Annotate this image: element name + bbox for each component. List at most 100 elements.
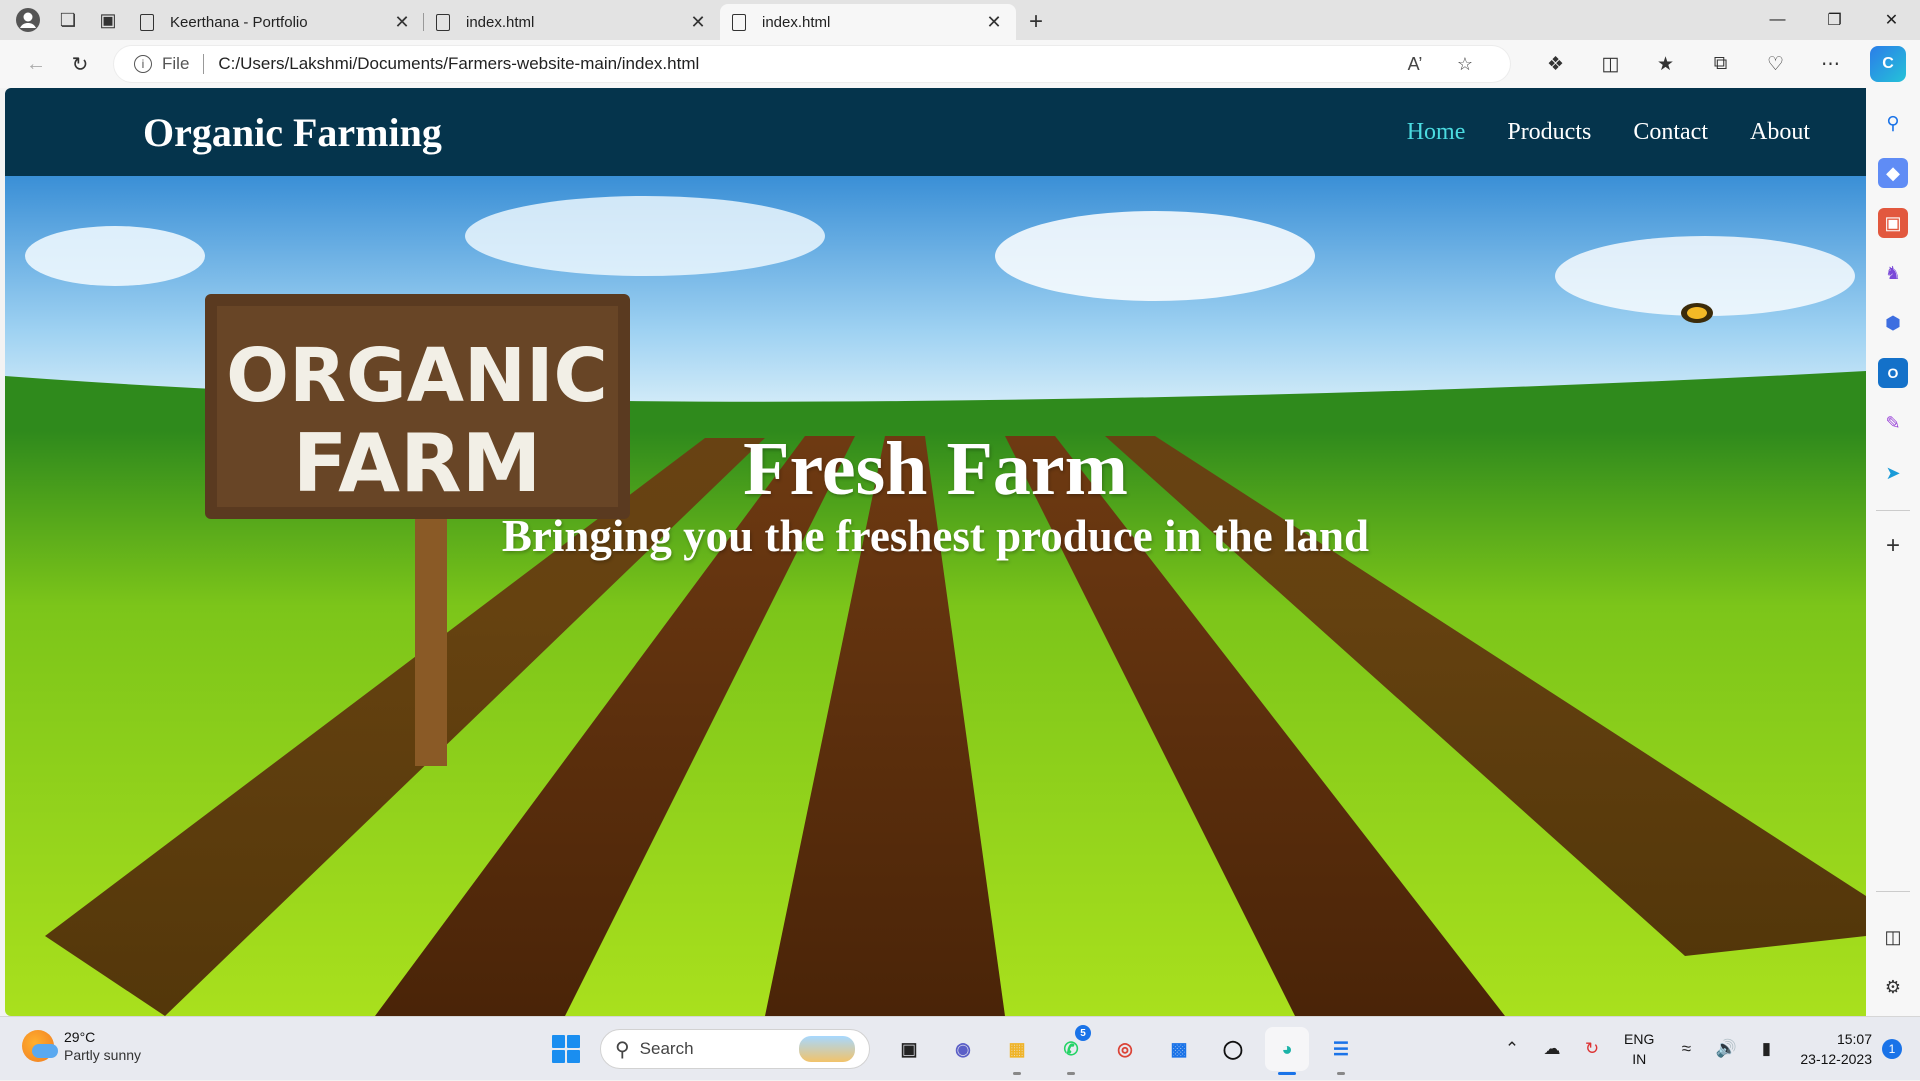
settings-gear-icon[interactable]: ⚙: [1878, 972, 1908, 1002]
address-bar-row: ← ↻ i File C:/Users/Lakshmi/Documents/Fa…: [0, 40, 1920, 88]
clock-date: 23-12-2023: [1800, 1051, 1872, 1067]
chevron-up-icon[interactable]: ⌃: [1492, 1039, 1532, 1059]
tab-index-active[interactable]: index.html ✕: [720, 4, 1016, 40]
extensions-icon[interactable]: ❖: [1528, 46, 1583, 82]
minimize-icon[interactable]: —: [1749, 0, 1806, 40]
tab-portfolio[interactable]: Keerthana - Portfolio ✕: [128, 4, 424, 40]
profile-icon[interactable]: [8, 0, 48, 40]
close-tab-icon[interactable]: ✕: [984, 12, 1004, 33]
task-view-icon[interactable]: ▣: [887, 1027, 931, 1071]
notification-badge[interactable]: 1: [1882, 1039, 1902, 1059]
browser-tab-bar: ❏ ▣ Keerthana - Portfolio ✕ index.html ✕…: [0, 0, 1920, 40]
main-nav: Home Products Contact About: [1407, 119, 1810, 146]
hero-farm-image: ORGANIC FARM: [5, 176, 1866, 1016]
page-icon: [436, 13, 450, 31]
hide-sidebar-icon[interactable]: ◫: [1878, 922, 1908, 952]
edge-sidebar: ⚲ ◆ ▣ ♞ ⬢ O ✎ ➤ + ◫ ⚙: [1866, 88, 1920, 1016]
send-icon[interactable]: ➤: [1878, 458, 1908, 488]
sidebar-divider: [1876, 510, 1910, 511]
close-tab-icon[interactable]: ✕: [688, 12, 708, 33]
outlook-icon[interactable]: O: [1878, 358, 1908, 388]
nav-about[interactable]: About: [1750, 119, 1810, 146]
search-placeholder: Search: [639, 1039, 694, 1058]
copilot-icon[interactable]: C: [1870, 46, 1906, 82]
games-icon[interactable]: ♞: [1878, 258, 1908, 288]
toolbar-icons: ❖ ◫ ★ ⧉ ♡ ⋯: [1528, 46, 1858, 82]
running-indicator: [1337, 1072, 1345, 1075]
favorite-star-icon[interactable]: ☆: [1440, 54, 1490, 75]
sync-icon[interactable]: ↻: [1572, 1039, 1612, 1059]
running-indicator: [1278, 1072, 1296, 1075]
tab-index-1[interactable]: index.html ✕: [424, 4, 720, 40]
tab-title: index.html: [762, 13, 831, 31]
address-bar[interactable]: i File C:/Users/Lakshmi/Documents/Farmer…: [114, 46, 1510, 82]
favorites-icon[interactable]: ★: [1638, 46, 1693, 82]
chrome-icon[interactable]: ◎: [1103, 1027, 1147, 1071]
hero-subtitle: Bringing you the freshest produce in the…: [501, 511, 1370, 561]
back-icon[interactable]: ←: [14, 46, 58, 82]
notepad-icon[interactable]: ☰: [1319, 1027, 1363, 1075]
whatsapp-icon[interactable]: ✆ 5: [1049, 1025, 1093, 1075]
site-logo[interactable]: Organic Farming: [143, 109, 442, 156]
page-icon: [140, 13, 154, 31]
tab-actions-icon[interactable]: ▣: [88, 0, 128, 40]
lang-line1: ENG: [1624, 1031, 1655, 1047]
windows-start-icon[interactable]: [548, 1031, 584, 1067]
collections-icon[interactable]: ⧉: [1693, 46, 1748, 82]
onedrive-cloud-icon[interactable]: ☁: [1532, 1039, 1572, 1059]
more-options-icon[interactable]: ⋯: [1803, 46, 1858, 82]
system-tray: ⌃ ☁ ↻ ENG IN ≈ 🔊 ▮ 15:07 23-12-2023 1: [1492, 1017, 1920, 1081]
site-header: Organic Farming Home Products Contact Ab…: [5, 88, 1866, 176]
designer-icon[interactable]: ✎: [1878, 408, 1908, 438]
weather-temp: 29°C: [64, 1029, 96, 1045]
scheme-label: File: [162, 54, 190, 73]
search-highlight-image: [799, 1036, 855, 1062]
shopping-tag-icon[interactable]: ◆: [1878, 158, 1908, 188]
weather-condition: Partly sunny: [64, 1047, 142, 1063]
add-icon[interactable]: +: [1878, 531, 1908, 561]
workspaces-icon[interactable]: ❏: [48, 0, 88, 40]
volume-icon[interactable]: 🔊: [1706, 1039, 1746, 1059]
taskbar-search[interactable]: ⚲ Search: [600, 1029, 870, 1069]
restore-icon[interactable]: ❐: [1806, 0, 1863, 40]
weather-widget[interactable]: 29°C Partly sunny: [22, 1029, 141, 1063]
dell-icon[interactable]: ◯: [1211, 1027, 1255, 1071]
close-tab-icon[interactable]: ✕: [392, 12, 412, 33]
sidebar-divider: [1876, 891, 1910, 892]
refresh-icon[interactable]: ↻: [58, 46, 102, 82]
microsoft365-icon[interactable]: ⬢: [1878, 308, 1908, 338]
nav-products[interactable]: Products: [1507, 119, 1591, 146]
teams-chat-icon[interactable]: ◉: [941, 1027, 985, 1071]
tab-title: Keerthana - Portfolio: [170, 13, 308, 31]
page-viewport: Organic Farming Home Products Contact Ab…: [5, 88, 1866, 1016]
tab-title: index.html: [466, 13, 535, 31]
split-screen-icon[interactable]: ◫: [1583, 46, 1638, 82]
divider: [203, 54, 205, 74]
url-text[interactable]: C:/Users/Lakshmi/Documents/Farmers-websi…: [218, 54, 1390, 74]
tools-briefcase-icon[interactable]: ▣: [1878, 208, 1908, 238]
running-indicator: [1013, 1072, 1021, 1075]
browser-essentials-icon[interactable]: ♡: [1748, 46, 1803, 82]
partly-sunny-icon: [22, 1030, 58, 1062]
read-aloud-icon[interactable]: A’: [1390, 54, 1440, 75]
windows-taskbar: 29°C Partly sunny ⚲ Search ▣ ◉ ▦ ✆ 5 ◎ ▩ …: [0, 1016, 1920, 1080]
language-indicator[interactable]: ENG IN: [1624, 1029, 1654, 1069]
hero-section: ORGANIC FARM Fresh Farm Bringing you the…: [5, 176, 1866, 1016]
whatsapp-badge: 5: [1075, 1025, 1091, 1041]
battery-icon[interactable]: ▮: [1746, 1039, 1786, 1059]
clock[interactable]: 15:07 23-12-2023: [1800, 1029, 1872, 1069]
close-window-icon[interactable]: ✕: [1863, 0, 1920, 40]
nav-home[interactable]: Home: [1407, 119, 1466, 146]
search-icon[interactable]: ⚲: [1878, 108, 1908, 138]
sign-text-line1: ORGANIC: [226, 333, 608, 419]
taskbar-apps: ⚲ Search ▣ ◉ ▦ ✆ 5 ◎ ▩ ◯ ◕ ☰: [548, 1025, 1368, 1075]
lang-line2: IN: [1632, 1051, 1647, 1067]
wifi-icon[interactable]: ≈: [1666, 1039, 1706, 1059]
microsoft-store-icon[interactable]: ▩: [1157, 1027, 1201, 1071]
nav-contact[interactable]: Contact: [1633, 119, 1708, 146]
new-tab-button[interactable]: +: [1016, 4, 1056, 40]
info-icon[interactable]: i: [134, 55, 152, 73]
file-explorer-icon[interactable]: ▦: [995, 1027, 1039, 1075]
clock-time: 15:07: [1836, 1031, 1872, 1047]
edge-icon[interactable]: ◕: [1265, 1027, 1309, 1075]
